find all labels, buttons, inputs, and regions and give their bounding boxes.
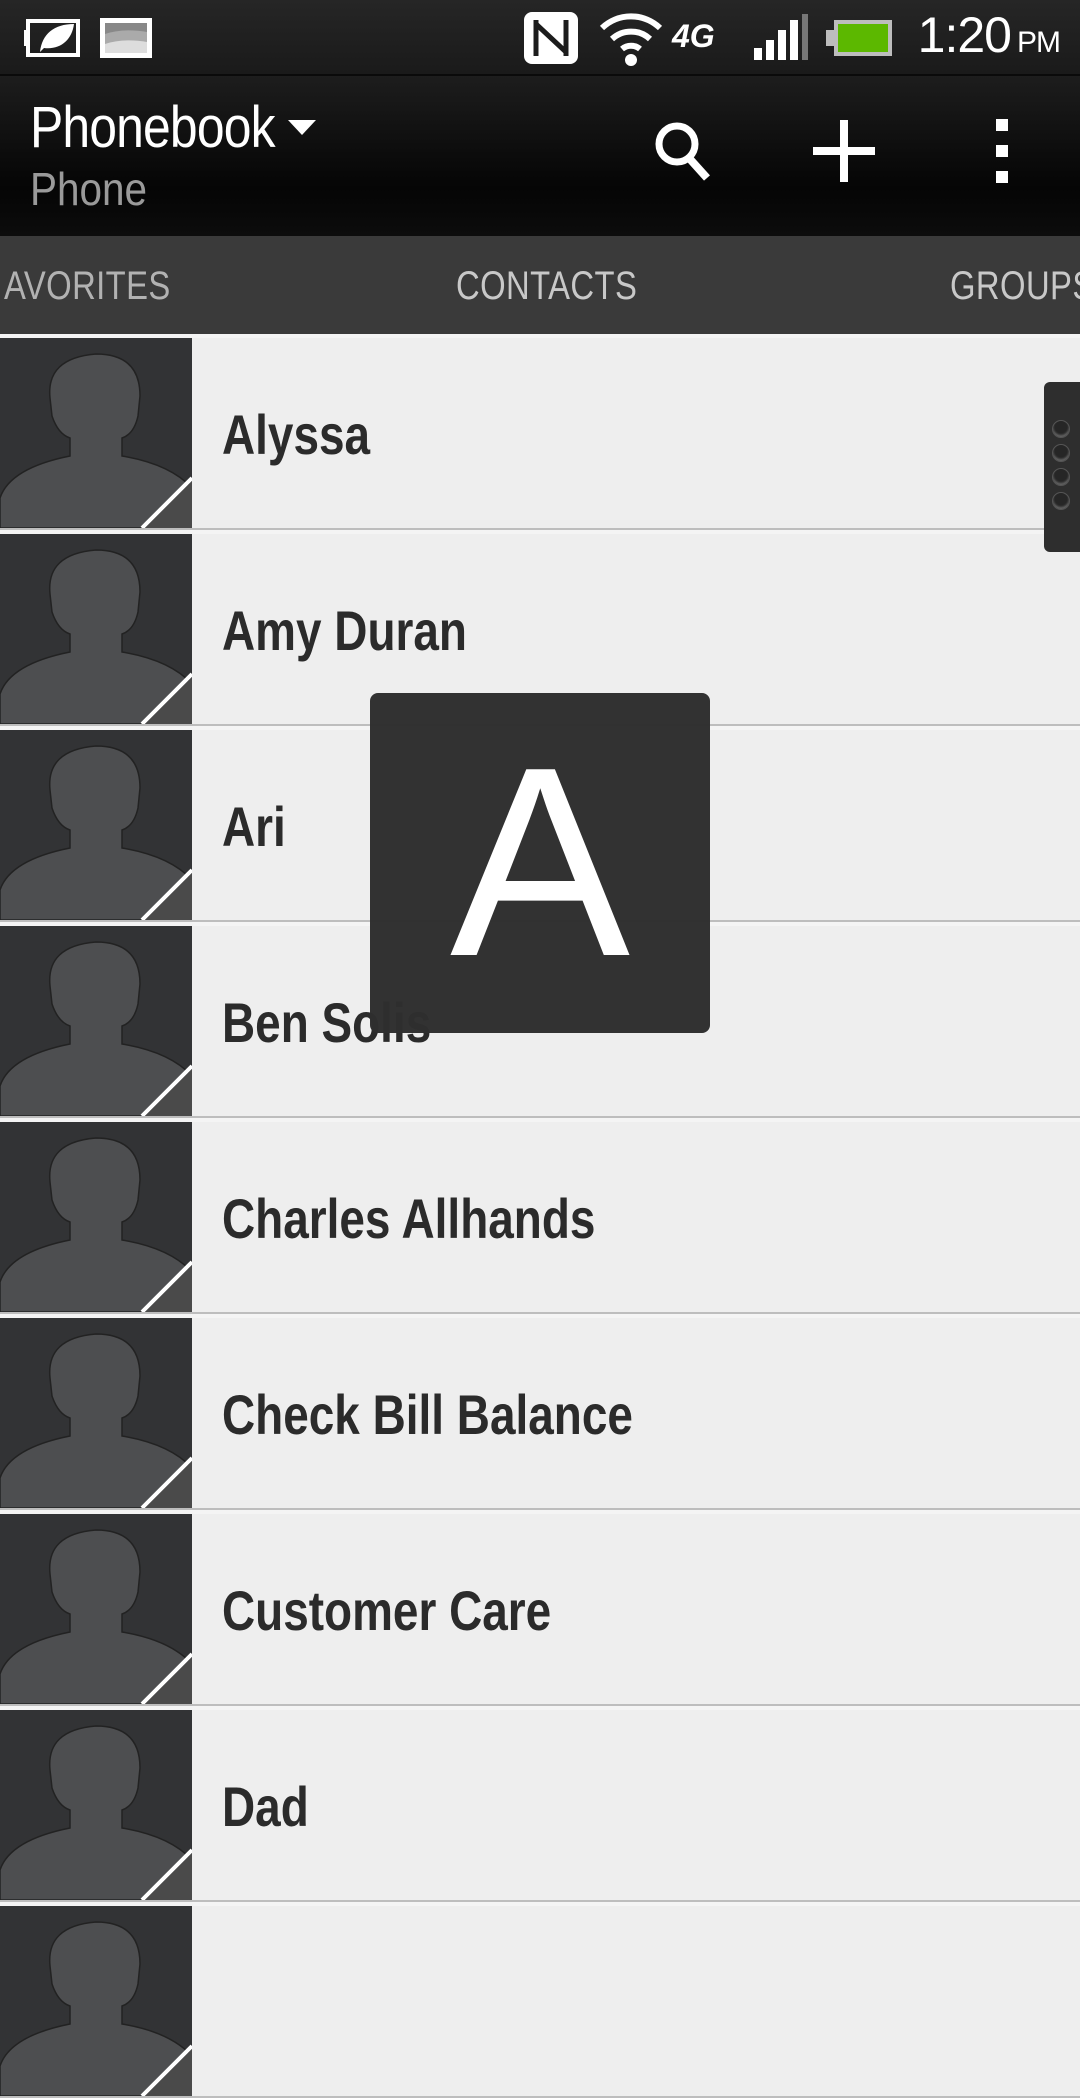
add-contact-button[interactable]	[794, 96, 894, 206]
page-title: Phonebook	[30, 95, 276, 160]
status-time: 1:20 PM	[917, 7, 1061, 63]
default-avatar-icon	[0, 549, 192, 724]
fast-scroll-letter-popup: A	[370, 693, 710, 1033]
search-button[interactable]	[634, 96, 734, 206]
overflow-menu-icon	[996, 119, 1008, 183]
power-saver-icon	[24, 18, 84, 63]
gallery-notification-icon	[98, 16, 154, 65]
battery-icon	[826, 18, 894, 63]
default-avatar-icon	[0, 745, 192, 920]
default-avatar-icon	[0, 1529, 192, 1704]
avatar[interactable]	[0, 338, 192, 528]
contact-row[interactable]: Charles Allhands	[0, 1118, 1080, 1314]
search-icon	[655, 122, 710, 181]
tab-contacts[interactable]: CONTACTS	[456, 264, 637, 309]
signal-icon	[752, 14, 812, 67]
contact-list: Alyssa Amy Duran Ari Ben Solis Charles A…	[0, 334, 1080, 2098]
default-avatar-icon	[0, 1725, 192, 1900]
add-icon	[813, 120, 875, 182]
action-bar: Phonebook Phone	[0, 76, 1080, 236]
contact-row[interactable]: Dad	[0, 1706, 1080, 1902]
contact-name: Ari	[222, 795, 286, 858]
grip-dot-icon	[1052, 444, 1070, 462]
network-4g-icon: 4G	[672, 18, 715, 54]
contact-name: Check Bill Balance	[222, 1383, 633, 1446]
section-letter: A	[449, 712, 631, 1013]
avatar[interactable]	[0, 1514, 192, 1704]
contact-name: Amy Duran	[222, 599, 467, 662]
avatar[interactable]	[0, 1122, 192, 1312]
avatar[interactable]	[0, 1710, 192, 1900]
tab-bar: AVORITES CONTACTS GROUPS	[0, 236, 1080, 334]
default-avatar-icon	[0, 1333, 192, 1508]
contact-row[interactable]: Customer Care	[0, 1510, 1080, 1706]
nfc-icon	[522, 10, 580, 71]
wifi-icon	[598, 8, 664, 71]
dropdown-caret-icon	[288, 120, 316, 135]
grip-dot-icon	[1052, 492, 1070, 510]
grip-dot-icon	[1052, 468, 1070, 486]
default-avatar-icon	[0, 353, 192, 528]
contact-row[interactable]: Check Bill Balance	[0, 1314, 1080, 1510]
contact-row[interactable]	[0, 1902, 1080, 2098]
contact-name: Alyssa	[222, 403, 371, 466]
status-bar: 4G 1:20 PM	[0, 0, 1080, 76]
tab-favorites[interactable]: AVORITES	[4, 264, 171, 309]
avatar[interactable]	[0, 534, 192, 724]
default-avatar-icon	[0, 1137, 192, 1312]
default-avatar-icon	[0, 1921, 192, 2096]
page-subtitle: Phone	[30, 163, 148, 215]
avatar[interactable]	[0, 926, 192, 1116]
contact-name: Charles Allhands	[222, 1187, 596, 1250]
grip-dot-icon	[1052, 420, 1070, 438]
contact-name: Dad	[222, 1775, 309, 1838]
avatar[interactable]	[0, 1906, 192, 2096]
contact-name: Customer Care	[222, 1579, 552, 1642]
fast-scroll-handle[interactable]	[1044, 382, 1080, 552]
default-avatar-icon	[0, 941, 192, 1116]
overflow-menu-button[interactable]	[952, 96, 1052, 206]
phonebook-dropdown[interactable]: Phonebook Phone	[0, 76, 340, 236]
tab-groups[interactable]: GROUPS	[950, 264, 1080, 309]
avatar[interactable]	[0, 730, 192, 920]
contact-row[interactable]: Alyssa	[0, 334, 1080, 530]
avatar[interactable]	[0, 1318, 192, 1508]
